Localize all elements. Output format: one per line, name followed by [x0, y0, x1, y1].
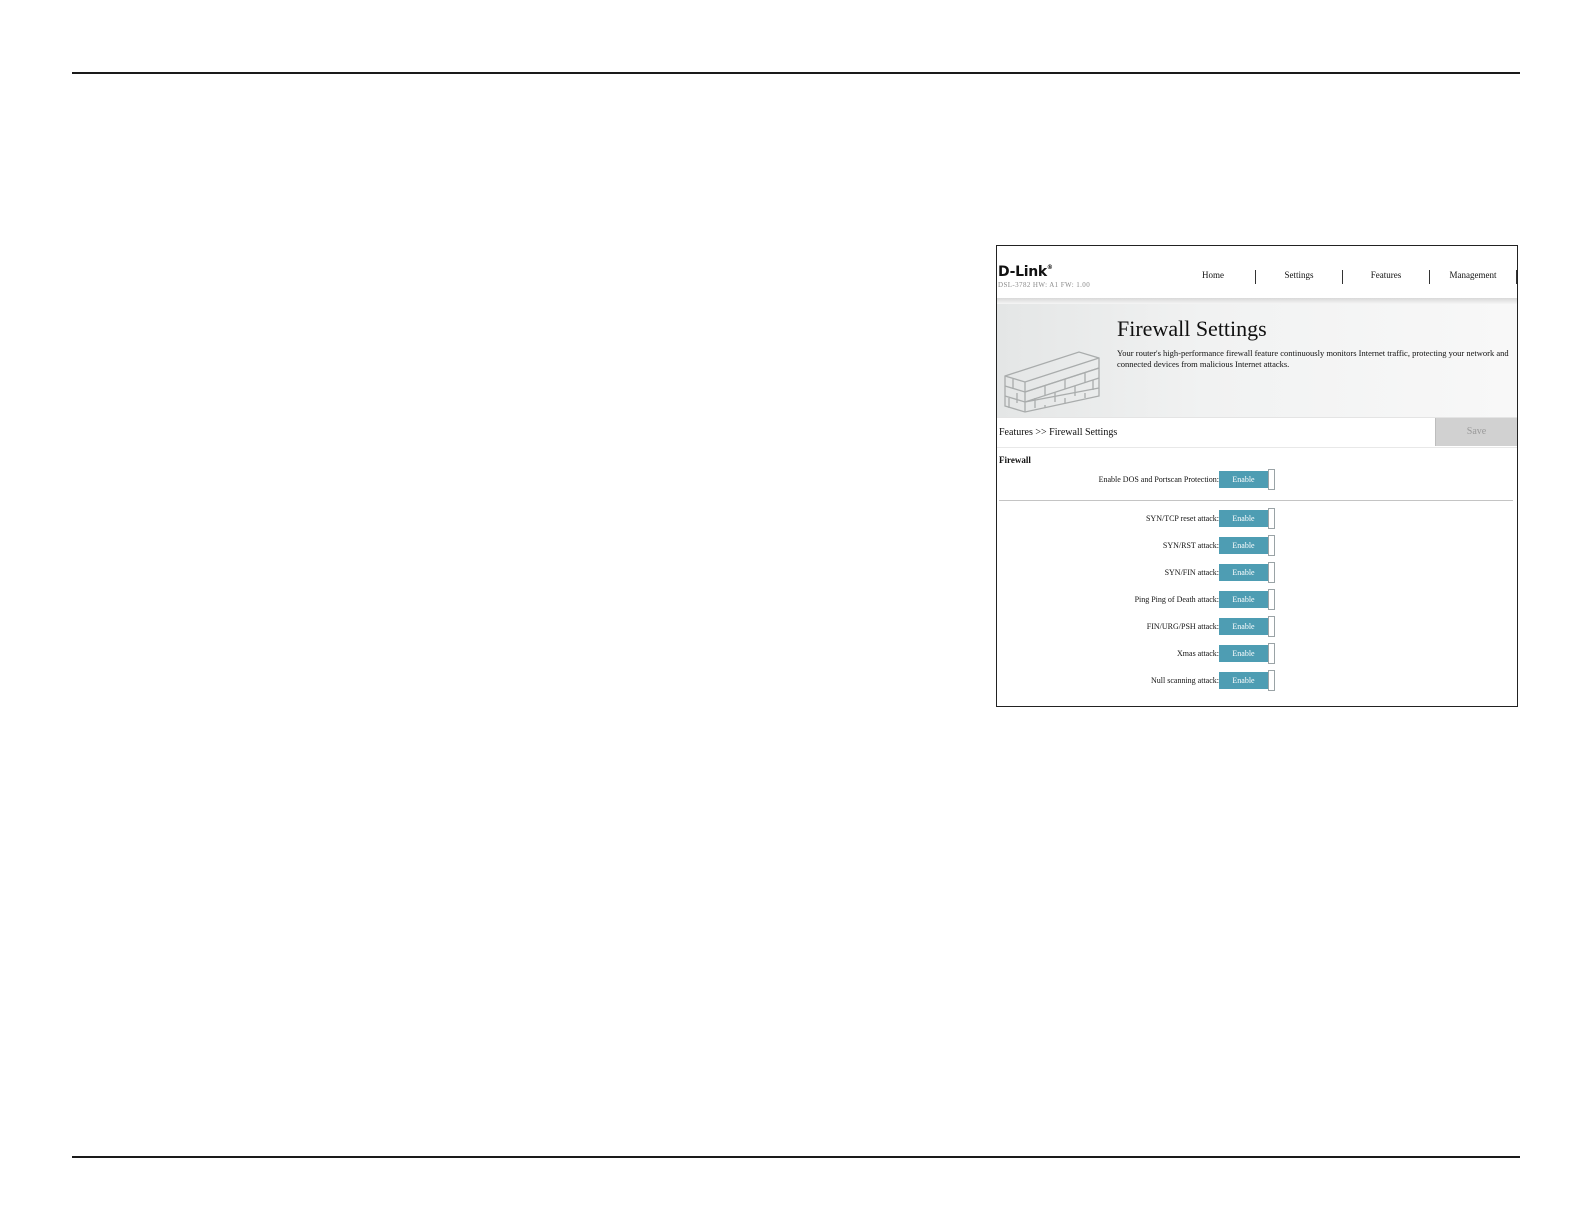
setting-label: SYN/RST attack:	[1162, 541, 1219, 550]
router-header: D-Link® DSL-3782 HW: A1 FW: 1.00 Home Se…	[997, 246, 1517, 302]
nav-home[interactable]: Home	[1171, 270, 1256, 284]
toggle-knob[interactable]	[1268, 562, 1275, 583]
setting-label: Ping Ping of Death attack:	[1134, 595, 1219, 604]
toggle-knob[interactable]	[1268, 589, 1275, 610]
toggle-state: Enable	[1219, 564, 1268, 581]
setting-label: SYN/TCP reset attack:	[1145, 514, 1219, 523]
breadcrumb: Features >> Firewall Settings	[999, 427, 1118, 438]
firewall-banner: Firewall Settings Your router's high-per…	[997, 304, 1517, 417]
ping-of-death-toggle[interactable]: Enable	[1219, 589, 1277, 610]
toggle-knob[interactable]	[1268, 469, 1275, 490]
toggle-state: Enable	[1219, 537, 1268, 554]
toggle-state: Enable	[1219, 471, 1268, 488]
toggle-state: Enable	[1219, 591, 1268, 608]
setting-row-fin-urg-psh: FIN/URG/PSH attack: Enable	[997, 616, 1517, 637]
toggle-knob[interactable]	[1268, 616, 1275, 637]
setting-row-syn-fin: SYN/FIN attack: Enable	[997, 562, 1517, 583]
dlink-logo: D-Link®	[998, 264, 1053, 280]
section-divider	[999, 500, 1513, 501]
router-screenshot: D-Link® DSL-3782 HW: A1 FW: 1.00 Home Se…	[996, 245, 1518, 707]
nav-features[interactable]: Features	[1343, 270, 1430, 284]
setting-label: SYN/FIN attack:	[1164, 568, 1219, 577]
null-scanning-toggle[interactable]: Enable	[1219, 670, 1277, 691]
brick-wall-icon	[1004, 351, 1100, 413]
syn-tcp-reset-toggle[interactable]: Enable	[1219, 508, 1277, 529]
toggle-state: Enable	[1219, 672, 1268, 689]
setting-row-syn-rst: SYN/RST attack: Enable	[997, 535, 1517, 556]
setting-label: Enable DOS and Portscan Protection:	[1098, 475, 1219, 484]
toggle-knob[interactable]	[1268, 643, 1275, 664]
breadcrumb-bar: Features >> Firewall Settings Save	[997, 417, 1517, 448]
toggle-knob[interactable]	[1268, 535, 1275, 556]
toggle-state: Enable	[1219, 510, 1268, 527]
xmas-toggle[interactable]: Enable	[1219, 643, 1277, 664]
page-bottom-rule	[72, 1156, 1520, 1158]
setting-label: Xmas attack:	[1177, 649, 1219, 658]
toggle-state: Enable	[1219, 645, 1268, 662]
syn-fin-toggle[interactable]: Enable	[1219, 562, 1277, 583]
setting-label: FIN/URG/PSH attack:	[1146, 622, 1219, 631]
page-title: Firewall Settings	[1117, 316, 1267, 341]
nav-management[interactable]: Management	[1430, 270, 1517, 284]
syn-rst-toggle[interactable]: Enable	[1219, 535, 1277, 556]
setting-row-dos: Enable DOS and Portscan Protection: Enab…	[997, 469, 1517, 490]
toggle-state: Enable	[1219, 618, 1268, 635]
save-button[interactable]: Save	[1435, 418, 1517, 446]
fin-urg-psh-toggle[interactable]: Enable	[1219, 616, 1277, 637]
setting-row-syn-tcp-reset: SYN/TCP reset attack: Enable	[997, 508, 1517, 529]
section-title-firewall: Firewall	[999, 455, 1031, 465]
toggle-knob[interactable]	[1268, 508, 1275, 529]
page-top-rule	[72, 72, 1520, 74]
page-description: Your router's high-performance firewall …	[1117, 348, 1509, 369]
setting-row-ping-of-death: Ping Ping of Death attack: Enable	[997, 589, 1517, 610]
setting-row-null-scanning: Null scanning attack: Enable	[997, 670, 1517, 691]
setting-row-xmas: Xmas attack: Enable	[997, 643, 1517, 664]
nav-settings[interactable]: Settings	[1256, 270, 1343, 284]
setting-label: Null scanning attack:	[1151, 676, 1219, 685]
dos-protection-toggle[interactable]: Enable	[1219, 469, 1277, 490]
model-info: DSL-3782 HW: A1 FW: 1.00	[998, 281, 1091, 289]
toggle-knob[interactable]	[1268, 670, 1275, 691]
